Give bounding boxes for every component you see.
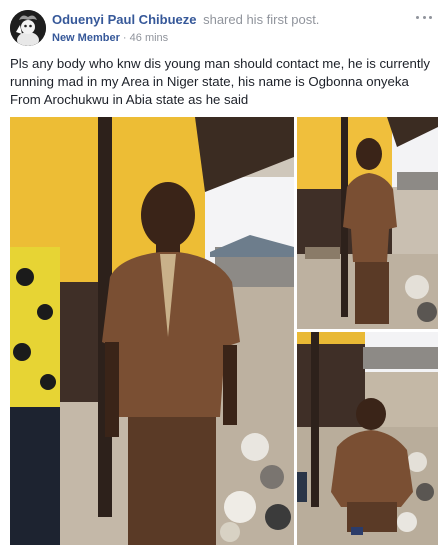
meta-separator: ·: [122, 32, 127, 44]
photo-secondary-2-image: [297, 332, 438, 545]
post-photo-main[interactable]: [10, 117, 294, 545]
post-photo-secondary-2[interactable]: [297, 332, 438, 545]
photo-main-image: [10, 117, 294, 545]
author-name-link[interactable]: Oduenyi Paul Chibueze: [52, 12, 196, 27]
photo-secondary-1-image: [297, 117, 438, 329]
author-avatar[interactable]: [10, 10, 46, 46]
more-options-icon[interactable]: [416, 10, 432, 24]
post-meta: New Member · 46 mins: [52, 32, 168, 44]
post-photo-secondary-1[interactable]: [297, 117, 438, 329]
post-timestamp[interactable]: 46 mins: [130, 32, 169, 44]
feed-post: Oduenyi Paul Chibueze shared his first p…: [0, 0, 442, 549]
author-line: Oduenyi Paul Chibueze shared his first p…: [52, 12, 319, 27]
post-body-text: Pls any body who knw dis young man shoul…: [10, 56, 431, 107]
avatar-image: [10, 10, 46, 46]
shared-action-text: shared his first post.: [203, 12, 320, 27]
member-badge: New Member: [52, 32, 120, 44]
